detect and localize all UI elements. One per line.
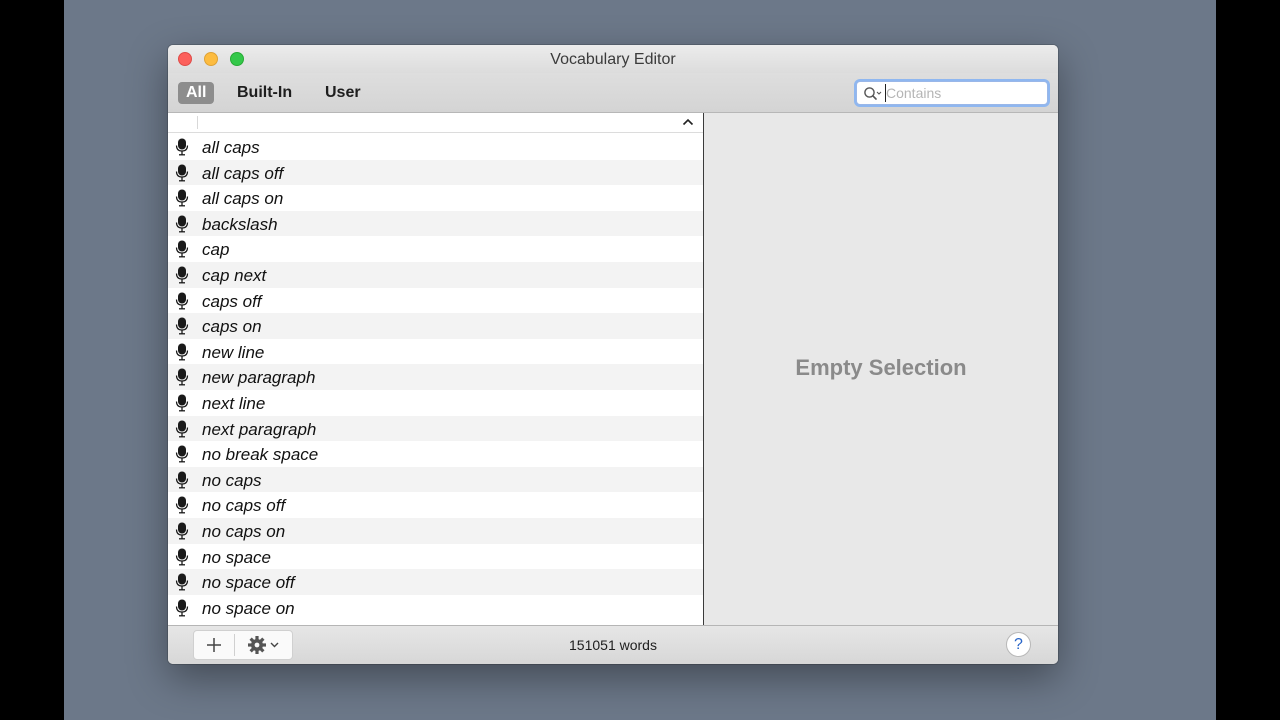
list-item[interactable]: caps on (168, 313, 703, 339)
microphone-icon (175, 317, 189, 335)
list-item-label: no caps (202, 470, 262, 490)
list-item-label: caps off (202, 291, 262, 311)
scope-all-button[interactable]: All (178, 82, 215, 104)
list-item-label: no space (202, 547, 271, 567)
vocabulary-list[interactable]: all caps all caps off all caps on backslash… (168, 113, 703, 625)
list-item[interactable]: all caps off (168, 159, 703, 186)
list-item[interactable]: cap next (168, 261, 703, 288)
microphone-icon (175, 240, 189, 258)
list-item[interactable]: no caps (168, 466, 703, 493)
list-item[interactable]: all caps (168, 134, 703, 160)
list-item[interactable]: caps off (168, 287, 703, 314)
list-item[interactable]: new paragraph (168, 364, 703, 390)
list-item[interactable]: no caps off (168, 492, 703, 518)
list-item-label: cap (202, 240, 230, 260)
list-item[interactable]: no space (168, 543, 703, 570)
list-item-label: no caps off (202, 496, 286, 516)
list-item[interactable]: no caps on (168, 517, 703, 544)
list-item[interactable]: new line (168, 338, 703, 365)
list-item[interactable]: cap (168, 236, 703, 262)
list-header[interactable] (168, 113, 703, 133)
list-item[interactable]: next line (168, 389, 703, 416)
title-bar: Vocabulary Editor (168, 45, 1058, 73)
microphone-icon (175, 471, 189, 489)
list-item-label: all caps off (202, 163, 284, 183)
microphone-icon (175, 420, 189, 437)
microphone-icon (175, 266, 189, 284)
search-input[interactable] (885, 84, 1042, 102)
microphone-icon (175, 215, 189, 233)
sort-ascending-icon[interactable] (682, 117, 694, 127)
microphone-icon (175, 522, 189, 540)
word-count: 151051 words (569, 637, 657, 653)
microphone-icon (175, 292, 189, 310)
list-item-label: no space on (202, 598, 295, 618)
list-item-label: caps on (202, 317, 262, 337)
search-icon[interactable] (863, 86, 883, 102)
list-item-label: new paragraph (202, 368, 316, 388)
list-item-label: backslash (202, 214, 278, 234)
microphone-icon (175, 164, 189, 182)
window-title: Vocabulary Editor (550, 51, 676, 68)
list-item[interactable]: no space off (168, 569, 703, 595)
microphone-icon (175, 394, 189, 412)
microphone-icon (175, 548, 189, 565)
list-item-label: no space off (202, 573, 295, 593)
empty-selection-label: Empty Selection (795, 355, 967, 380)
list-item[interactable]: backslash (168, 210, 703, 237)
help-button[interactable]: ? (1006, 632, 1031, 657)
column-divider (197, 116, 198, 129)
vocabulary-rows: all caps all caps off all caps on backslash… (168, 134, 703, 621)
list-item[interactable]: no space on (168, 594, 703, 621)
list-item-label: new line (202, 342, 265, 362)
microphone-icon (175, 445, 189, 463)
list-item-label: all caps (202, 138, 260, 157)
detail-pane: Empty Selection (704, 113, 1058, 625)
list-item[interactable]: all caps on (168, 185, 703, 211)
microphone-icon (175, 138, 189, 156)
vocabulary-editor-window: Vocabulary Editor All Built-In User all … (168, 45, 1058, 664)
list-item[interactable]: next paragraph (168, 415, 703, 442)
toolbar: All Built-In User (168, 73, 1058, 113)
list-item[interactable]: no break space (168, 441, 703, 467)
list-item-label: no caps on (202, 521, 286, 541)
search-field[interactable] (856, 81, 1048, 105)
scope-built-in-button[interactable]: Built-In (229, 82, 300, 104)
list-item-label: next line (202, 393, 266, 413)
scope-user-button[interactable]: User (317, 82, 369, 104)
microphone-icon (175, 599, 189, 617)
list-item-label: cap next (202, 265, 267, 285)
list-item-label: next paragraph (202, 419, 317, 439)
list-item-label: all caps on (202, 189, 284, 209)
microphone-icon (175, 368, 189, 386)
list-item-label: no break space (202, 445, 319, 465)
microphone-icon (175, 496, 189, 514)
microphone-icon (175, 573, 189, 591)
microphone-icon (175, 343, 189, 361)
microphone-icon (175, 189, 189, 207)
bottom-bar: 151051 words ? (168, 625, 1058, 664)
